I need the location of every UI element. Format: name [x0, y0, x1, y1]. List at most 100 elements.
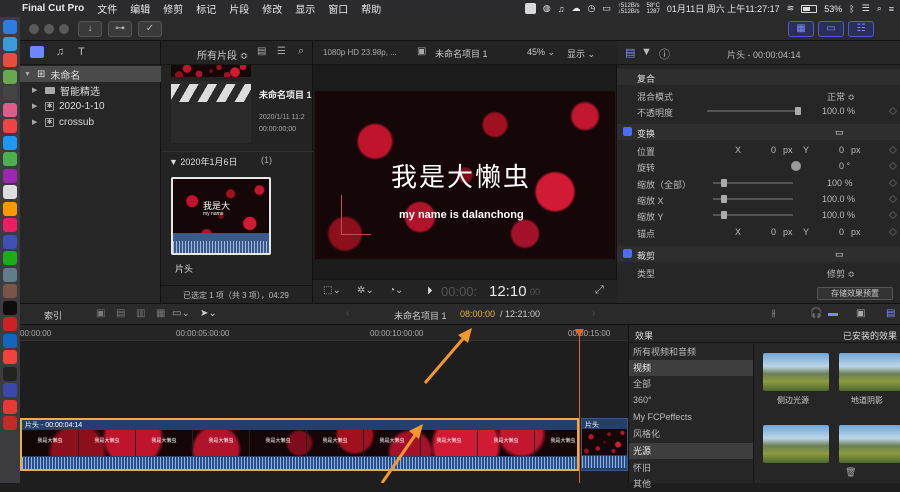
- background-tasks-icon[interactable]: ✓: [138, 21, 162, 37]
- library-item-smart[interactable]: ▶ 智能精选: [20, 82, 161, 98]
- project-thumbnail-top[interactable]: [171, 65, 251, 77]
- keyframe-icon[interactable]: [888, 194, 898, 204]
- project-thumbnail-body[interactable]: [171, 107, 251, 143]
- network-monitor[interactable]: ↑512B/s ↓512B/s: [618, 3, 640, 15]
- keyframe-icon[interactable]: [888, 210, 898, 220]
- library-item-event-2[interactable]: ▶ ✱ crossub: [20, 114, 161, 130]
- cloud-icon[interactable]: ☁: [571, 3, 580, 14]
- import-icon[interactable]: ↓: [78, 21, 102, 37]
- bluetooth-icon[interactable]: ᛒ: [849, 4, 854, 14]
- save-effects-preset-button[interactable]: 存储效果预置: [817, 287, 893, 300]
- transform-icon[interactable]: ⬚⌄: [323, 285, 341, 296]
- crop-overlay-icon[interactable]: ▭: [835, 249, 844, 260]
- append-clip-icon[interactable]: ▥: [136, 308, 145, 319]
- library-item-event-1[interactable]: ▶ ✱ 2020-1-10: [20, 98, 161, 114]
- timeline-toggle-icon[interactable]: ▭: [818, 21, 844, 37]
- menu-clip[interactable]: 片段: [229, 1, 249, 16]
- trash-icon[interactable]: 🗑: [845, 467, 856, 478]
- audio-skimming-icon[interactable]: ⫲: [772, 308, 775, 319]
- keyframe-icon[interactable]: [888, 161, 898, 171]
- menu-window[interactable]: 窗口: [328, 1, 348, 16]
- date-group-header[interactable]: ▼ 2020年1月6日 (1): [161, 151, 313, 167]
- fullscreen-icon[interactable]: ⤢: [595, 284, 604, 297]
- app-icon[interactable]: [3, 201, 17, 216]
- position-x-field[interactable]: 0: [771, 145, 776, 155]
- video-canvas[interactable]: 我是大懒虫 my name is dalanchong: [315, 91, 615, 259]
- project-name[interactable]: 未命名项目 1: [259, 88, 312, 101]
- app-icon[interactable]: [3, 53, 17, 67]
- effects-category-stylize[interactable]: 风格化: [629, 426, 753, 442]
- overwrite-clip-icon[interactable]: ▦: [156, 308, 165, 319]
- library-root[interactable]: ▼ ⊞ 未命名: [20, 66, 161, 82]
- play-button[interactable]: ⏵: [427, 285, 433, 298]
- globe-icon[interactable]: ◍: [543, 3, 551, 14]
- libraries-icon[interactable]: [30, 46, 44, 58]
- effect-thumbnail[interactable]: [839, 425, 900, 463]
- app-icon[interactable]: [3, 416, 17, 430]
- search-icon[interactable]: ⌕: [298, 45, 304, 58]
- anchor-x-field[interactable]: 0: [771, 227, 776, 237]
- zoom-window-button[interactable]: [59, 24, 69, 34]
- view-options-dropdown[interactable]: 显示 ⌄: [567, 47, 595, 60]
- transform-checkbox[interactable]: [623, 127, 632, 136]
- clock-icon[interactable]: ◷: [587, 3, 595, 14]
- crop-type-dropdown[interactable]: 修剪 ≎: [827, 267, 855, 280]
- keyword-icon[interactable]: ⊶: [108, 21, 132, 37]
- menu-modify[interactable]: 修改: [262, 1, 282, 16]
- clapper-icon[interactable]: [171, 81, 251, 107]
- app-icon[interactable]: [3, 383, 17, 397]
- safari-icon[interactable]: [3, 36, 17, 51]
- effects-category-nostalgia[interactable]: 怀旧: [629, 460, 753, 476]
- app-icon[interactable]: [3, 317, 17, 331]
- effects-category-light[interactable]: 光源: [629, 443, 753, 459]
- scale-y-knob[interactable]: [721, 211, 727, 219]
- app-icon[interactable]: [3, 135, 17, 150]
- back-arrow-icon[interactable]: ‹: [346, 308, 349, 319]
- menu-trim[interactable]: 修剪: [163, 1, 183, 16]
- app-icon[interactable]: [3, 366, 17, 381]
- edit-dropdown-icon[interactable]: ▭⌄: [172, 308, 190, 319]
- insert-clip-icon[interactable]: ▤: [116, 308, 125, 319]
- opacity-knob[interactable]: [795, 107, 801, 115]
- position-y-field[interactable]: 0: [839, 145, 844, 155]
- index-button[interactable]: 索引: [44, 309, 62, 322]
- app-icon[interactable]: [3, 86, 17, 100]
- list-view-icon[interactable]: ☰: [277, 46, 286, 57]
- menu-mark[interactable]: 标记: [196, 1, 216, 16]
- scale-all-knob[interactable]: [721, 179, 727, 187]
- effects-category-all[interactable]: 全部: [629, 376, 753, 392]
- connect-clip-icon[interactable]: ▣: [96, 308, 105, 319]
- notification-icon[interactable]: ≡: [889, 4, 894, 14]
- finder-icon[interactable]: [3, 20, 17, 34]
- effects-menu-icon[interactable]: ✲⌄: [357, 285, 374, 296]
- browser-toggle-icon[interactable]: ▦: [788, 21, 814, 37]
- effects-browser-icon[interactable]: ▤: [886, 308, 895, 319]
- app-menu[interactable]: Final Cut Pro: [22, 3, 84, 14]
- app-icon[interactable]: [3, 267, 17, 282]
- select-tool-icon[interactable]: ➤⌄: [200, 308, 217, 319]
- monitor-icon[interactable]: ▭: [602, 3, 611, 14]
- effect-thumbnail[interactable]: [763, 425, 829, 463]
- minimize-window-button[interactable]: [44, 24, 54, 34]
- keyframe-icon[interactable]: [888, 178, 898, 188]
- filter-icon[interactable]: ▼: [641, 46, 652, 58]
- video-inspector-icon[interactable]: ▤: [625, 46, 635, 59]
- clip-thumbnail[interactable]: 我是大 my name: [171, 177, 271, 255]
- keyframe-icon[interactable]: [888, 227, 898, 237]
- scale-x-knob[interactable]: [721, 195, 727, 203]
- temp-monitor[interactable]: 58°C 1287: [647, 3, 660, 15]
- effect-thumbnail-side-light[interactable]: [763, 353, 829, 391]
- app-icon[interactable]: [3, 218, 17, 232]
- rotation-dial[interactable]: [791, 161, 801, 171]
- clip-filter-dropdown[interactable]: 所有片段 ≎: [197, 47, 248, 62]
- effects-category-myfcp[interactable]: My FCPeffects: [629, 409, 753, 425]
- keyframe-icon[interactable]: [888, 106, 898, 116]
- app-icon[interactable]: [3, 234, 17, 249]
- effects-category-video[interactable]: 视频: [629, 360, 753, 376]
- blend-mode-dropdown[interactable]: 正常 ≎: [827, 90, 855, 103]
- menu-edit[interactable]: 编辑: [130, 1, 150, 16]
- app-icon[interactable]: [3, 399, 17, 414]
- control-center-icon[interactable]: ☰: [862, 3, 870, 14]
- transform-overlay-icon[interactable]: ▭: [835, 127, 844, 138]
- info-icon[interactable]: ⓘ: [659, 46, 670, 62]
